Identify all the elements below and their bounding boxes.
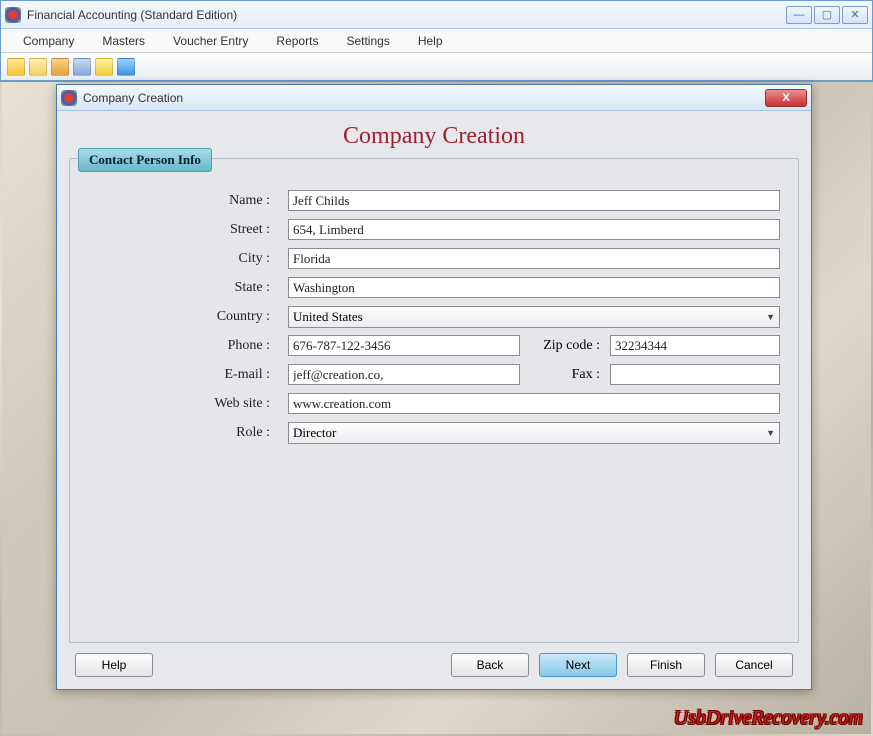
watermark: UsbDriveRecovery.com [674,707,863,730]
fax-field[interactable] [610,364,780,385]
tab-contact-person-info[interactable]: Contact Person Info [78,148,212,172]
state-field[interactable] [288,277,780,298]
phone-field[interactable] [288,335,520,356]
tag-icon[interactable] [95,58,113,76]
label-role: Role : [88,425,288,441]
city-field[interactable] [288,248,780,269]
main-window: Financial Accounting (Standard Edition) … [0,0,873,82]
label-zip: Zip code : [520,338,610,354]
label-phone: Phone : [88,338,288,354]
role-select[interactable]: Director ▼ [288,422,780,444]
label-city: City : [88,251,288,267]
country-value: United States [293,309,363,325]
blue-panel-icon[interactable] [117,58,135,76]
contact-person-panel: Contact Person Info Name : Street : City… [69,158,799,643]
dialog-body: Company Creation Contact Person Info Nam… [57,111,811,689]
chart-icon[interactable] [73,58,91,76]
cancel-button[interactable]: Cancel [715,653,793,677]
label-country: Country : [88,309,288,325]
main-titlebar: Financial Accounting (Standard Edition) … [1,1,872,29]
role-value: Director [293,425,336,441]
country-select[interactable]: United States ▼ [288,306,780,328]
chevron-down-icon: ▼ [766,312,775,322]
zip-field[interactable] [610,335,780,356]
chevron-down-icon: ▼ [766,428,775,438]
toolbar [1,53,872,81]
minimize-button[interactable]: — [786,6,812,24]
dialog-title: Company Creation [83,91,765,105]
edit-icon[interactable] [29,58,47,76]
email-field[interactable] [288,364,520,385]
label-website: Web site : [88,396,288,412]
folder-icon[interactable] [7,58,25,76]
label-name: Name : [88,193,288,209]
finish-button[interactable]: Finish [627,653,705,677]
label-fax: Fax : [520,367,610,383]
dialog-close-button[interactable]: X [765,89,807,107]
menu-company[interactable]: Company [9,31,88,51]
help-button[interactable]: Help [75,653,153,677]
close-button[interactable]: ✕ [842,6,868,24]
next-button[interactable]: Next [539,653,617,677]
app-icon [5,7,21,23]
menu-help[interactable]: Help [404,31,457,51]
maximize-button[interactable]: ▢ [814,6,840,24]
street-field[interactable] [288,219,780,240]
grid-icon[interactable] [51,58,69,76]
app-title: Financial Accounting (Standard Edition) [27,8,786,22]
menu-reports[interactable]: Reports [262,31,332,51]
dialog-titlebar: Company Creation X [57,85,811,111]
dialog-button-row: Help Back Next Finish Cancel [69,643,799,677]
dialog-icon [61,90,77,106]
menu-masters[interactable]: Masters [88,31,159,51]
label-email: E-mail : [88,367,288,383]
label-street: Street : [88,222,288,238]
company-creation-dialog: Company Creation X Company Creation Cont… [56,84,812,690]
website-field[interactable] [288,393,780,414]
menu-settings[interactable]: Settings [332,31,403,51]
back-button[interactable]: Back [451,653,529,677]
menubar: Company Masters Voucher Entry Reports Se… [1,29,872,53]
label-state: State : [88,280,288,296]
name-field[interactable] [288,190,780,211]
window-controls: — ▢ ✕ [786,6,868,24]
menu-voucher-entry[interactable]: Voucher Entry [159,31,262,51]
